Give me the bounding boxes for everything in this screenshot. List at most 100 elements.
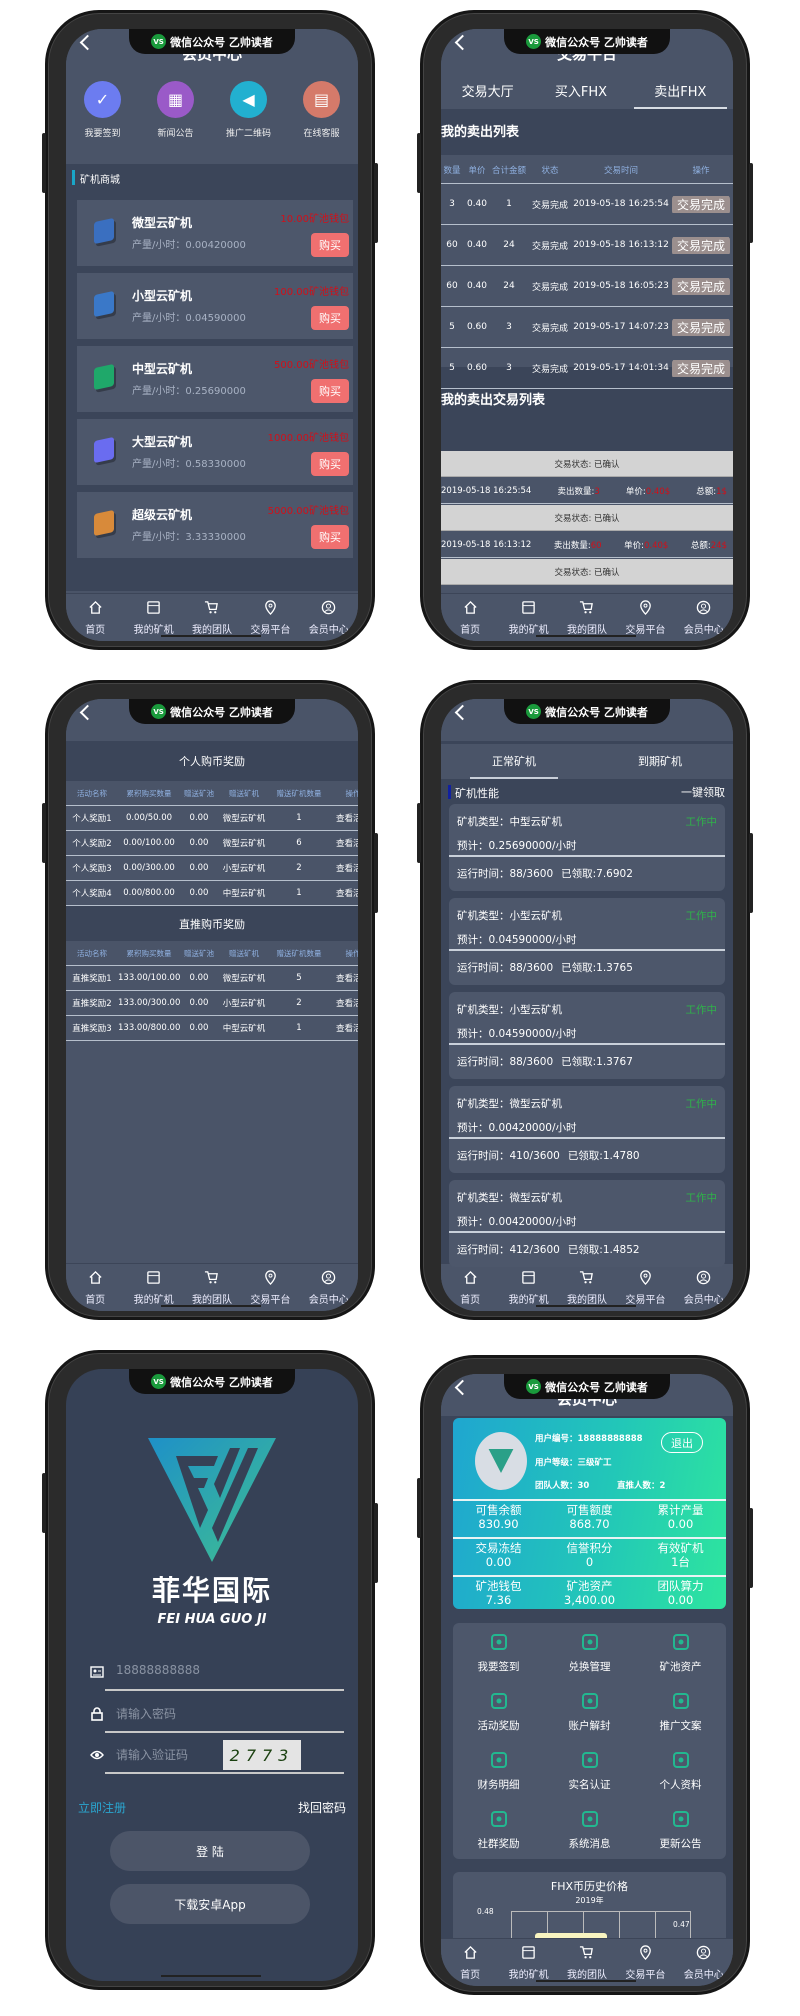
- miner-cube-icon: [94, 436, 114, 464]
- trade-complete-button[interactable]: 交易完成: [671, 195, 730, 213]
- nav-item-3[interactable]: 交易平台: [616, 599, 674, 636]
- view-activity-link[interactable]: 查看活动: [328, 997, 358, 1009]
- nav-item-0[interactable]: 首页: [441, 1270, 499, 1306]
- menu-item[interactable]: 矿池资产: [635, 1623, 726, 1682]
- nav-item-4[interactable]: 会员中心: [300, 600, 358, 636]
- logout-button[interactable]: 退出: [661, 1432, 703, 1453]
- trade-complete-button[interactable]: 交易完成: [671, 277, 730, 295]
- product-name: 微型云矿机: [132, 216, 193, 230]
- buy-button[interactable]: 购买: [311, 306, 349, 330]
- stat-label: 团队算力: [657, 1579, 704, 1593]
- trade-price: 单价:0.40$: [624, 540, 669, 551]
- tab-1[interactable]: 买入FHX: [534, 71, 627, 109]
- nav-item-2[interactable]: 我的团队: [558, 600, 616, 636]
- buy-button[interactable]: 购买: [311, 525, 349, 549]
- tab-1[interactable]: 到期矿机: [587, 744, 733, 779]
- home-icon: [463, 600, 478, 621]
- quick-action[interactable]: ▦ 新闻公告: [146, 81, 206, 164]
- cell: 交易完成: [531, 364, 568, 375]
- tab-0[interactable]: 交易大厅: [441, 71, 534, 109]
- nav-item-0[interactable]: 首页: [441, 1945, 499, 1981]
- tab-0[interactable]: 正常矿机: [441, 744, 587, 779]
- nav-item-1[interactable]: 我的矿机: [125, 600, 183, 636]
- quick-action[interactable]: ◀ 推广二维码: [219, 81, 279, 164]
- view-activity-link[interactable]: 查看活动: [328, 1022, 358, 1034]
- nav-item-2[interactable]: 我的团队: [558, 1270, 616, 1306]
- nav-item-2[interactable]: 我的团队: [558, 1945, 616, 1981]
- nav-item-2[interactable]: 我的团队: [183, 1270, 241, 1306]
- nav-item-0[interactable]: 首页: [66, 600, 124, 636]
- password-field[interactable]: 请输入密码: [88, 1693, 344, 1733]
- back-icon[interactable]: [454, 704, 471, 721]
- nav-item-0[interactable]: 首页: [66, 1270, 124, 1306]
- menu-item[interactable]: 我要签到: [453, 1623, 544, 1682]
- menu-item[interactable]: 个人资料: [635, 1741, 726, 1800]
- menu-item[interactable]: 财务明细: [453, 1741, 544, 1800]
- menu-item[interactable]: 社群奖励: [453, 1800, 544, 1859]
- nav-item-4[interactable]: 会员中心: [675, 1945, 733, 1981]
- cell: 3: [506, 322, 512, 332]
- brand-name-latin: FEI HUA GUO JI: [157, 1612, 267, 1627]
- cell: 中型云矿机: [222, 1024, 266, 1034]
- menu-item[interactable]: 实名认证: [544, 1741, 635, 1800]
- menu-item[interactable]: 推广文案: [635, 1682, 726, 1741]
- nav-item-4[interactable]: 会员中心: [675, 1270, 733, 1306]
- captcha-image[interactable]: 2773: [223, 1740, 301, 1770]
- buy-button[interactable]: 购买: [311, 233, 349, 257]
- view-activity-link[interactable]: 查看活动: [328, 812, 358, 824]
- cell: 赠送矿机数量: [276, 788, 322, 798]
- nav-item-1[interactable]: 我的矿机: [500, 1945, 558, 1981]
- store-icon: [146, 1270, 161, 1291]
- nav-item-3[interactable]: 交易平台: [616, 1269, 674, 1306]
- nav-item-4[interactable]: 会员中心: [675, 600, 733, 636]
- menu-item[interactable]: 更新公告: [635, 1800, 726, 1859]
- stat-label: 有效矿机: [657, 1541, 704, 1555]
- quick-action-label: 新闻公告: [157, 129, 194, 139]
- quick-action[interactable]: ✓ 我要签到: [73, 81, 133, 164]
- nav-item-1[interactable]: 我的矿机: [500, 600, 558, 636]
- bottom-nav: 首页 我的矿机 我的团队 交易平台 会员中心: [441, 1938, 733, 1986]
- buy-button[interactable]: 购买: [311, 379, 349, 403]
- phone-field[interactable]: 18888888888: [88, 1651, 344, 1691]
- trade-complete-button[interactable]: 交易完成: [671, 359, 730, 377]
- register-link[interactable]: 立即注册: [78, 1799, 126, 1816]
- document-icon: ▤: [303, 81, 340, 118]
- nav-item-3[interactable]: 交易平台: [616, 1944, 674, 1981]
- view-activity-link[interactable]: 查看活动: [328, 862, 358, 874]
- menu-label: 系统消息: [568, 1837, 611, 1850]
- nav-item-1[interactable]: 我的矿机: [125, 1270, 183, 1306]
- nav-item-3[interactable]: 交易平台: [241, 599, 299, 636]
- stat-value: 0.00: [667, 1517, 694, 1531]
- menu-item[interactable]: 兑换管理: [544, 1623, 635, 1682]
- view-activity-link[interactable]: 查看活动: [328, 972, 358, 984]
- fh-logo: [488, 1449, 514, 1473]
- menu-item[interactable]: 活动奖励: [453, 1682, 544, 1741]
- view-activity-link[interactable]: 查看活动: [328, 837, 358, 849]
- nav-item-3[interactable]: 交易平台: [241, 1269, 299, 1306]
- miner-card: 矿机类型：微型云矿机 工作中 预计：0.00420000/小时 运行时间：412/36…: [449, 1180, 725, 1267]
- quick-action[interactable]: ▤ 在线客服: [292, 81, 352, 164]
- cart-icon: [204, 1270, 219, 1291]
- phone-activity-rewards: VS 微信公众号 乙帅读者 首页 我的矿机 我的团队 交易平台 会员中心 个人购币奖励 活动…: [42, 680, 378, 1320]
- view-activity-link[interactable]: 查看活动: [328, 887, 358, 899]
- menu-item[interactable]: 系统消息: [544, 1800, 635, 1859]
- captcha-field[interactable]: 请输入验证码 2773: [88, 1734, 344, 1774]
- login-button[interactable]: 登 陆: [110, 1831, 310, 1871]
- miner-cube-icon: [94, 509, 114, 537]
- nav-item-4[interactable]: 会员中心: [300, 1270, 358, 1306]
- forgot-password-link[interactable]: 找回密码: [298, 1799, 346, 1816]
- nav-item-2[interactable]: 我的团队: [183, 600, 241, 636]
- menu-label: 更新公告: [659, 1837, 702, 1850]
- cell: 赠送矿池: [184, 788, 214, 798]
- download-app-button[interactable]: 下载安卓App: [110, 1884, 310, 1924]
- trade-complete-button[interactable]: 交易完成: [671, 318, 730, 336]
- trade-complete-button[interactable]: 交易完成: [671, 236, 730, 254]
- tab-2[interactable]: 卖出FHX: [633, 71, 727, 109]
- claim-all-button[interactable]: 一键领取: [681, 784, 725, 800]
- trade-price: 单价:0.40$: [625, 486, 671, 497]
- back-icon[interactable]: [79, 704, 96, 721]
- buy-button[interactable]: 购买: [311, 452, 349, 476]
- nav-item-0[interactable]: 首页: [441, 600, 499, 636]
- nav-item-1[interactable]: 我的矿机: [500, 1270, 558, 1306]
- menu-item[interactable]: 账户解封: [544, 1682, 635, 1741]
